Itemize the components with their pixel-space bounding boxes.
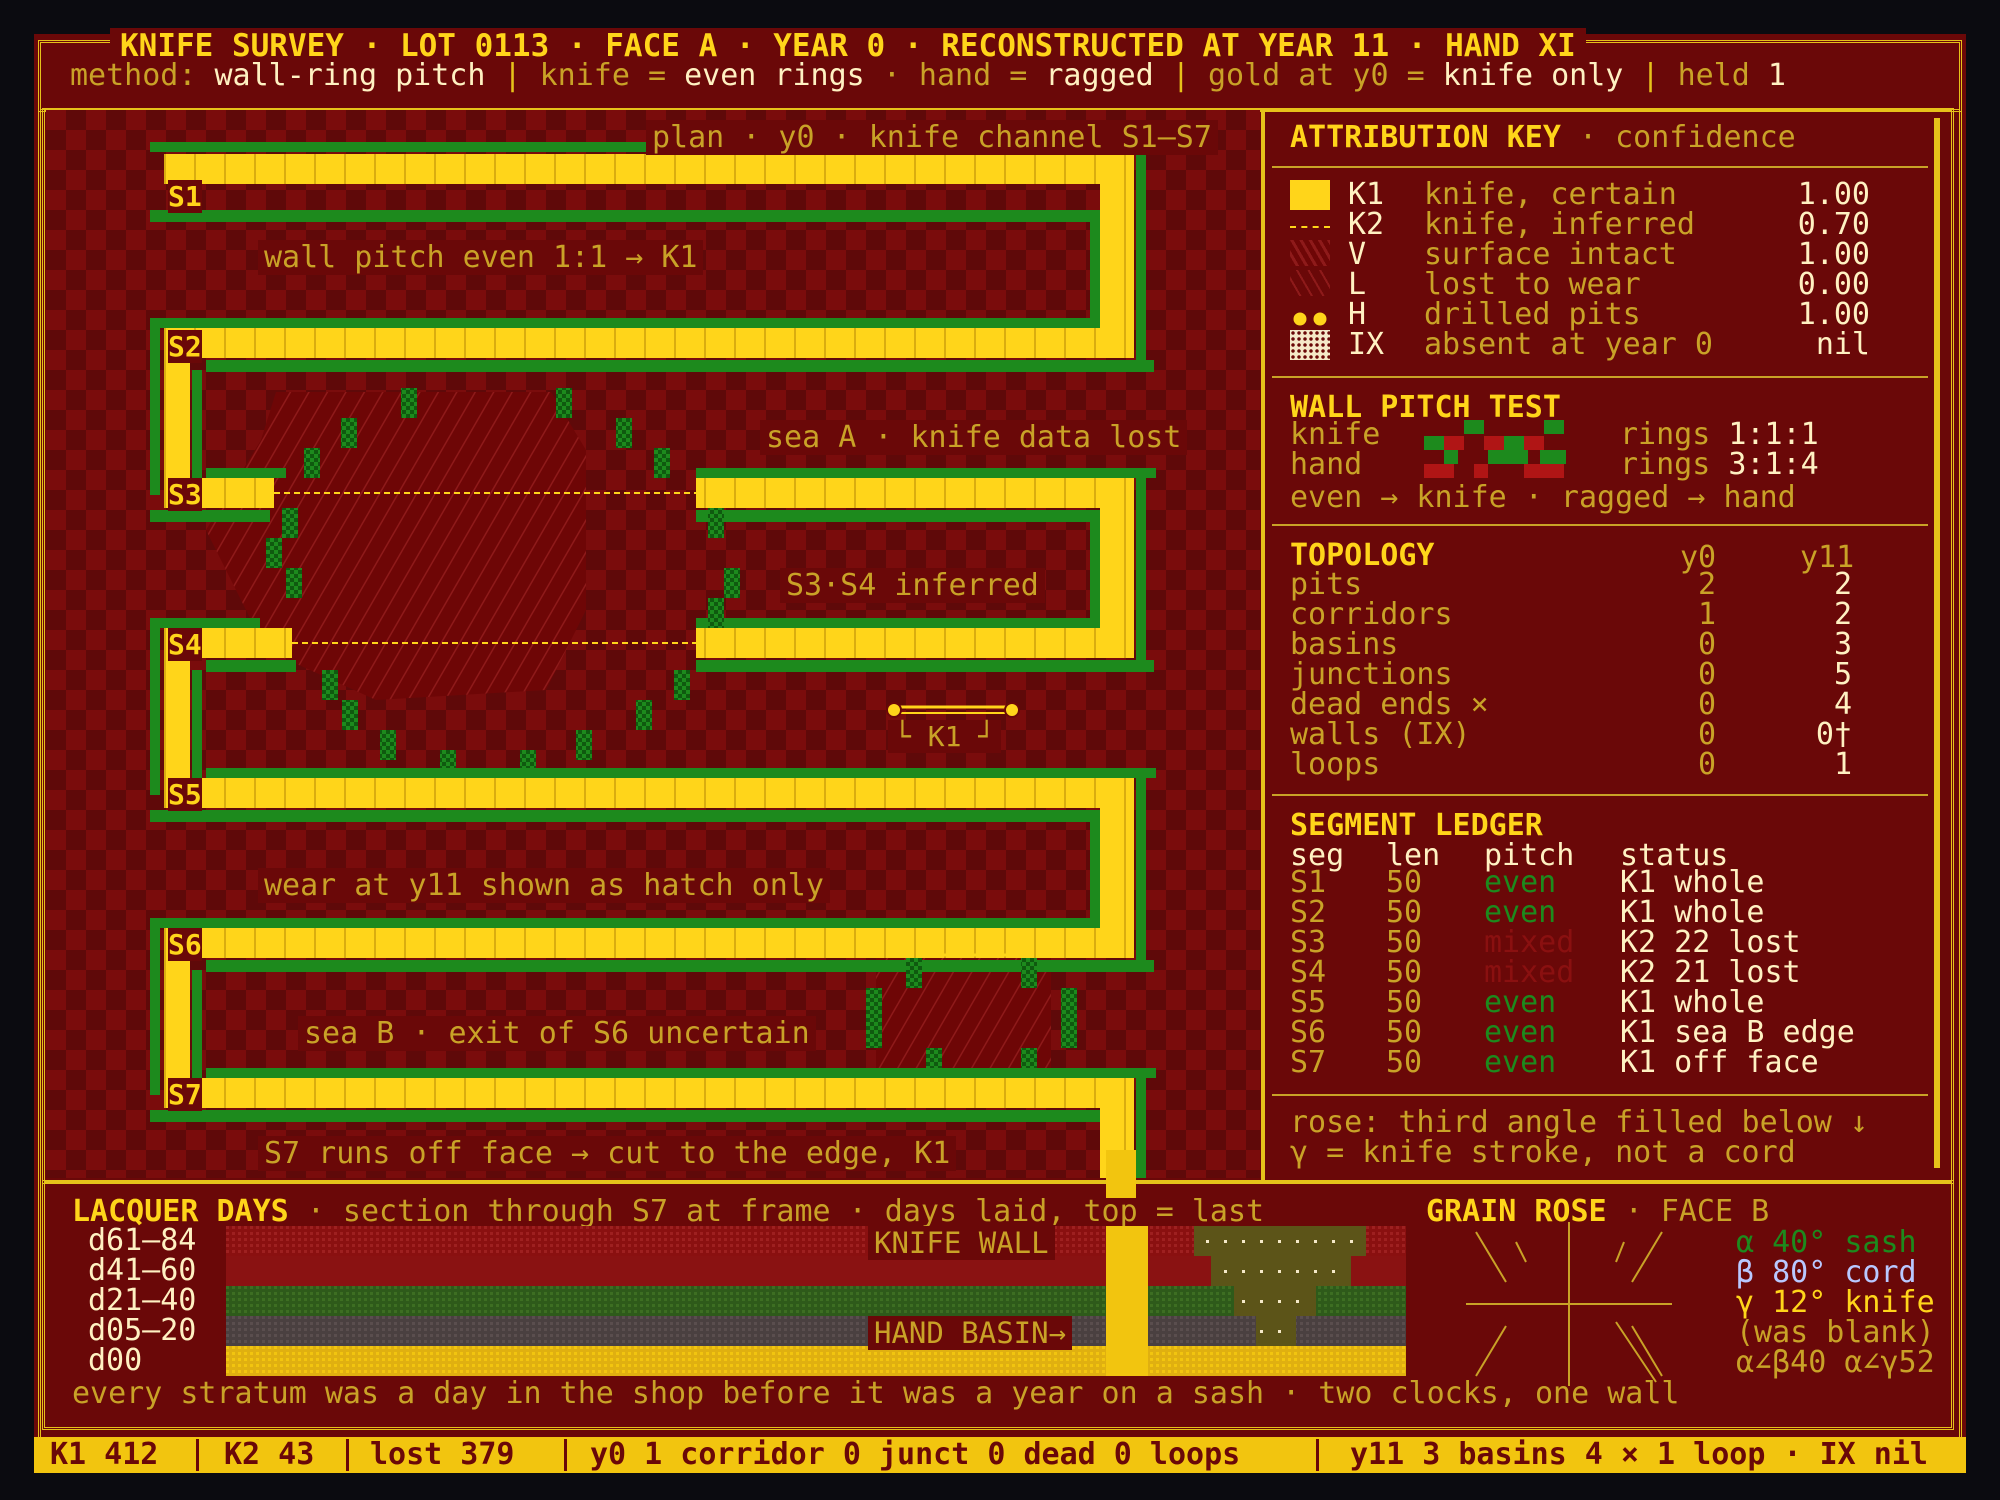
grain-rose-legend: α 40° sash β 80° cord γ 12° knife (was b… (1736, 1225, 1935, 1380)
pitch-labels: knife hand (1290, 417, 1381, 482)
note-wall-pitch: wall pitch even 1:1 → K1 (258, 240, 704, 275)
key-rows: K1 K2 V L H IX (1348, 177, 1385, 362)
note-wear: wear at y11 shown as hatch only (258, 868, 830, 903)
rose-note: rose: third angle filled below ↓ γ = kni… (1290, 1105, 1868, 1170)
channel-s2 (164, 328, 1134, 358)
seg-label-s4: S4 (168, 628, 202, 661)
key-descriptions: knife, certain knife, inferred surface i… (1424, 177, 1713, 362)
knife-wall-section (1106, 1226, 1148, 1376)
swatch-l (1290, 270, 1330, 296)
hand-basin-label: HAND BASIN→ (868, 1316, 1073, 1350)
pitch-rings: rings 1:1:1 rings 3:1:4 (1620, 417, 1819, 482)
swatch-k2 (1290, 226, 1330, 228)
seg-label-s1: S1 (168, 180, 202, 213)
status-k2: K2 43 (224, 1437, 315, 1472)
channel-s4-right (696, 628, 1134, 658)
status-y0: y0 1 corridor 0 junct 0 dead 0 loops (590, 1437, 1241, 1472)
seg-label-s7: S7 (168, 1078, 202, 1111)
key-title: ATTRIBUTION KEY · confidence (1290, 120, 1796, 155)
swatch-k1 (1290, 180, 1330, 210)
seg-label-s2: S2 (168, 330, 202, 363)
swatch-v (1290, 240, 1330, 266)
seg-label-s3: S3 (168, 478, 202, 511)
channel-s3-right (696, 478, 1134, 508)
panel-scrollbar[interactable] (1934, 118, 1940, 1168)
pitch-ring-sample (1424, 420, 1580, 478)
note-inferred: S3·S4 inferred (780, 568, 1045, 603)
swatch-h (1290, 308, 1330, 330)
note-sea-b: sea B · exit of S6 uncertain (298, 1016, 816, 1051)
lacquer-footnote: every stratum was a day in the shop befo… (72, 1376, 1680, 1411)
status-y11: y11 3 basins 4 × 1 loop · IX nil (1350, 1437, 1928, 1472)
header-method-line: method: wall-ring pitch | knife = even r… (70, 58, 1786, 93)
pitch-rule: even → knife · ragged → hand (1290, 480, 1796, 515)
note-s7: S7 runs off face → cut to the edge, K1 (258, 1136, 957, 1171)
topology-names: pits corridors basins junctions dead end… (1290, 567, 1489, 782)
seg-label-s5: S5 (168, 778, 202, 811)
swatch-ix (1290, 330, 1330, 360)
note-sea-a: sea A · knife data lost (760, 420, 1188, 455)
status-k1: K1 412 (50, 1437, 159, 1472)
topology-y11-values: 223 5 4 0† 1 (1815, 567, 1852, 782)
status-bar: K1 412 K2 43 lost 379 y0 1 corridor 0 ju… (34, 1437, 1966, 1473)
drilled-pit-right (1004, 702, 1020, 718)
seg-label-s6: S6 (168, 928, 202, 961)
channel-s7 (164, 1078, 1134, 1108)
plan-caption: plan · y0 · knife channel S1–S7 (646, 120, 1218, 155)
drilled-pit-left (886, 702, 902, 718)
key-confidence: 1.00 0.70 1.00 0.00 1.00 nil (1797, 177, 1870, 362)
s7-exit-through-frame (1106, 1150, 1136, 1198)
channel-s5 (164, 778, 1134, 808)
topology-y0-values: 210 000 0 (1697, 567, 1716, 782)
lacquer-day-labels: d61–84 d41–60 d21–40 d05–20 d00 (88, 1223, 197, 1378)
channel-s1 (164, 154, 1134, 184)
lacquer-section (226, 1226, 1406, 1376)
grain-rose-diagram (1456, 1222, 1682, 1386)
knife-wall-label: KNIFE WALL (868, 1226, 1055, 1260)
lacquer-title: LACQUER DAYS · section through S7 at fra… (72, 1194, 1265, 1229)
status-lost: lost 379 (370, 1437, 515, 1472)
note-k1-marker: └ K1 ┘ (888, 720, 1002, 753)
